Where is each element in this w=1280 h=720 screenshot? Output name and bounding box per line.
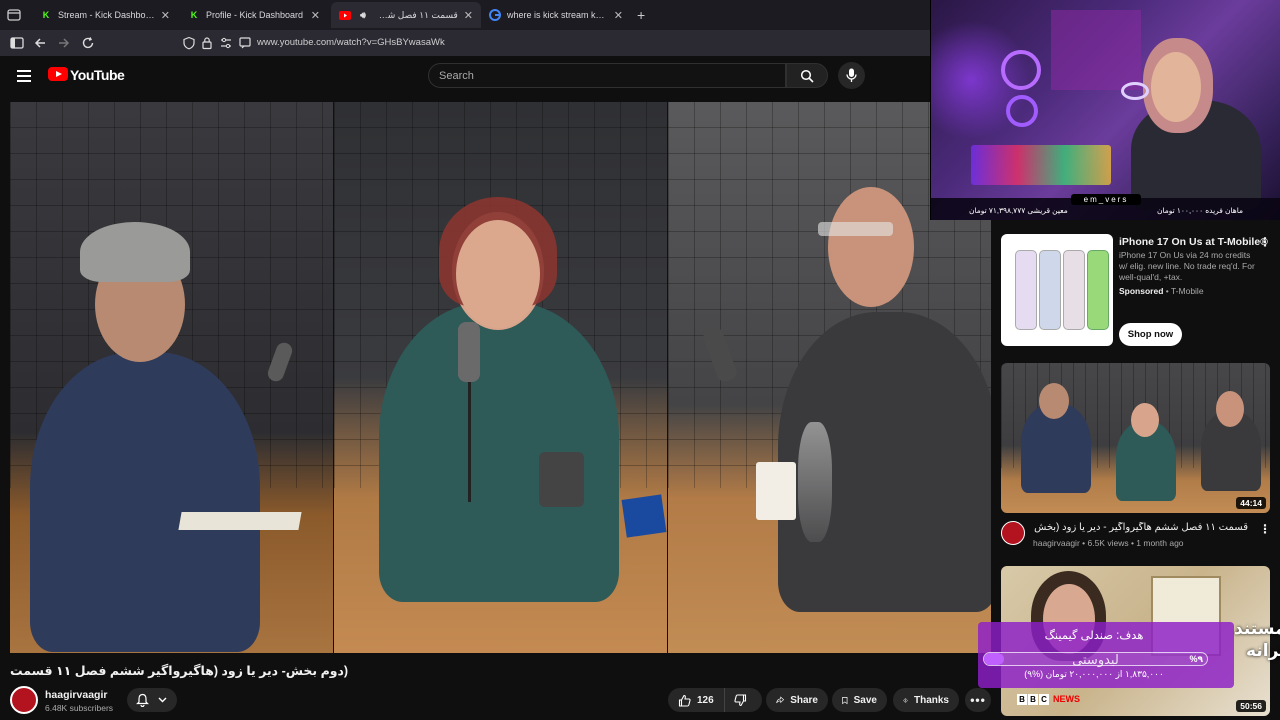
donation-goal-widget: هدف: صندلی گیمینگ لیدوستی %۹ ۱,۸۳۵,۰۰۰ ا… <box>978 622 1234 688</box>
sidebar-toggle-icon[interactable] <box>10 36 24 50</box>
shield-icon[interactable] <box>182 36 196 50</box>
microphone-icon <box>846 68 857 82</box>
recommended-video-thumbnail[interactable]: 44:14 <box>1001 363 1270 513</box>
channel-name[interactable]: haagirvaagir <box>45 689 107 701</box>
youtube-icon <box>339 9 351 21</box>
super-thanks-icon: $ <box>903 697 908 703</box>
thanks-label: Thanks <box>913 694 949 706</box>
ad-description: iPhone 17 On Us via 24 mo credits w/ eli… <box>1119 250 1255 282</box>
reader-icon[interactable] <box>238 36 252 50</box>
screen: K Stream - Kick Dashboard ✕ K Profile - … <box>0 0 1280 720</box>
close-tab-icon[interactable]: ✕ <box>614 9 623 22</box>
bbc-news-text: NEWS <box>1053 694 1080 704</box>
url-field[interactable]: www.youtube.com/watch?v=GHsBYwasaWk <box>257 37 445 48</box>
like-button[interactable]: 126 <box>668 688 725 712</box>
tab-title: where is kick stream key? - Goo <box>507 10 608 20</box>
ad-title[interactable]: iPhone 17 On Us at T-Mobile® <box>1119 236 1268 248</box>
save-button[interactable]: Save <box>832 688 887 712</box>
close-tab-icon[interactable]: ✕ <box>464 9 473 22</box>
close-tab-icon[interactable]: ✕ <box>311 9 320 22</box>
forward-icon[interactable] <box>57 36 71 50</box>
youtube-logo-icon[interactable] <box>48 67 68 81</box>
browser-toolbar: www.youtube.com/watch?v=GHsBYwasaWk <box>0 30 930 56</box>
donor-entry: ماهان فریده ۱۰۰,۰۰۰ تومان <box>1157 206 1244 215</box>
webcam-overlay: em_vers معین قریشی ۷۱,۳۹۸,۷۷۷ تومان ماها… <box>930 0 1280 220</box>
video-frame-center <box>334 102 667 653</box>
share-icon <box>776 696 785 704</box>
channel-avatar[interactable] <box>1001 521 1025 545</box>
like-count: 126 <box>697 694 714 706</box>
tab-google[interactable]: where is kick stream key? - Goo ✕ <box>481 2 631 28</box>
video-player[interactable] <box>10 102 991 653</box>
thumbnail-overlay-text: مستند ترانه <box>1234 619 1280 660</box>
save-label: Save <box>853 694 877 706</box>
thanks-button[interactable]: $ Thanks <box>893 688 959 712</box>
video-duration: 44:14 <box>1236 497 1266 509</box>
more-horizontal-icon: ••• <box>970 693 986 707</box>
tab-title: Stream - Kick Dashboard <box>58 10 155 20</box>
back-icon[interactable] <box>33 36 47 50</box>
new-tab-icon[interactable]: + <box>637 7 645 23</box>
bookmark-icon <box>842 696 848 704</box>
search-button[interactable] <box>786 63 828 88</box>
tab-title: Profile - Kick Dashboard <box>206 10 304 20</box>
more-vertical-icon[interactable]: ⋮ <box>1259 235 1271 249</box>
goal-percent: %۹ <box>1189 654 1204 664</box>
notifications-button[interactable] <box>127 688 177 712</box>
voice-search-button[interactable] <box>838 62 865 89</box>
lock-icon[interactable] <box>200 36 214 50</box>
sponsored-label: Sponsored <box>1119 286 1164 296</box>
like-dislike-group: 126 <box>668 688 762 712</box>
speaker-icon[interactable]: 🔊︎ <box>357 9 369 21</box>
chevron-down-icon <box>158 697 167 703</box>
bbc-logo-b2: B <box>1028 694 1038 705</box>
youtube-logo-text[interactable]: YouTube <box>70 67 125 83</box>
bbc-news-logo: B B C NEWS <box>1017 694 1080 705</box>
tab-title: قسمت ۱۱ فصل ششم هاگیر <box>375 9 458 20</box>
search-input[interactable] <box>439 68 769 84</box>
reload-icon[interactable] <box>81 36 95 50</box>
donor-entry: معین قریشی ۷۱,۳۹۸,۷۷۷ تومان <box>969 206 1068 215</box>
goal-title: هدف: صندلی گیمینگ <box>1044 630 1144 642</box>
close-tab-icon[interactable]: ✕ <box>161 9 170 22</box>
tab-overview-icon[interactable] <box>6 7 22 23</box>
ad-thumbnail[interactable] <box>1001 234 1113 346</box>
kick-icon: K <box>42 10 50 20</box>
more-actions-button[interactable]: ••• <box>965 688 991 712</box>
search-box[interactable] <box>428 63 786 88</box>
dislike-button[interactable] <box>725 688 756 712</box>
search-icon <box>800 69 814 83</box>
goal-amount: ۱,۸۳۵,۰۰۰ از ۲۰,۰۰۰,۰۰۰ تومان (%۹) <box>1024 669 1164 679</box>
bbc-logo-b1: B <box>1017 694 1027 705</box>
permissions-icon[interactable] <box>219 36 233 50</box>
video-title: (دوم بخش- دیر یا زود (هاگیرواگیر ششم فصل… <box>10 664 349 678</box>
channel-avatar[interactable] <box>10 686 38 714</box>
tab-profile-kick[interactable]: K Profile - Kick Dashboard ✕ <box>180 2 328 28</box>
more-vertical-icon[interactable]: ⋮ <box>1259 522 1271 536</box>
video-frame-left <box>10 102 333 653</box>
recommended-video-meta: haagirvaagir • 6.5K views • 1 month ago <box>1033 538 1184 548</box>
video-duration: 50:56 <box>1236 700 1266 712</box>
ad-sponsor-line: Sponsored • T-Mobile <box>1119 286 1204 296</box>
goal-progress-bar: لیدوستی %۹ <box>983 652 1208 666</box>
goal-subtitle: لیدوستی <box>1072 652 1119 667</box>
recommended-video-title[interactable]: قسمت ۱۱ فصل ششم هاگیرواگیر - دیر یا زود … <box>1033 522 1248 533</box>
menu-icon[interactable] <box>17 70 31 82</box>
advertiser-name: • T-Mobile <box>1163 286 1204 296</box>
tab-youtube-active[interactable]: 🔊︎ قسمت ۱۱ فصل ششم هاگیر ✕ <box>331 2 481 28</box>
bbc-logo-c: C <box>1039 694 1049 705</box>
subscriber-count: 6.48K subscribers <box>45 703 114 713</box>
shop-now-button[interactable]: Shop now <box>1119 323 1182 346</box>
share-button[interactable]: Share <box>766 688 828 712</box>
thumbs-up-icon <box>678 694 691 707</box>
streamer-handle: em_vers <box>1071 194 1141 205</box>
bell-icon <box>136 693 149 707</box>
share-label: Share <box>790 694 818 706</box>
kick-icon: K <box>190 10 198 20</box>
tab-stream-kick[interactable]: K Stream - Kick Dashboard ✕ <box>32 2 178 28</box>
google-icon <box>489 9 501 21</box>
thumbs-down-icon <box>734 693 746 706</box>
